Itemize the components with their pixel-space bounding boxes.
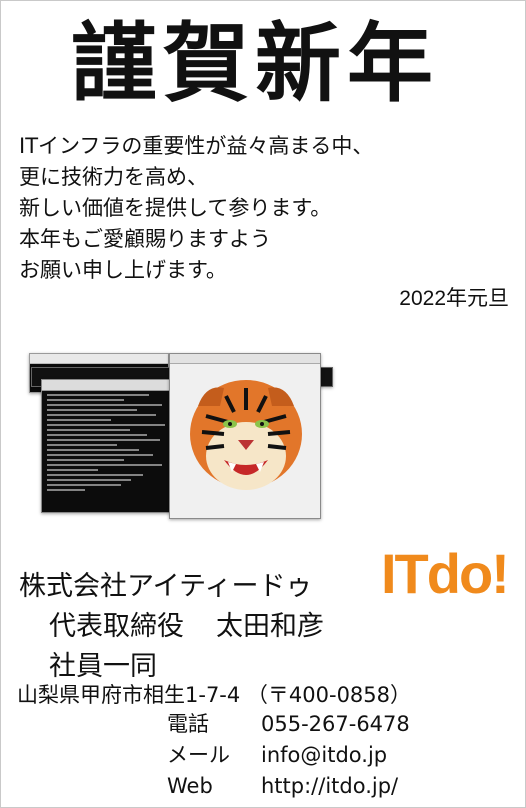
representative-name: 太田和彦	[216, 611, 324, 642]
mail-address: info@itdo.jp	[261, 743, 388, 767]
mail-label: メール	[167, 743, 230, 767]
company-block: 株式会社アイティードゥ 代表取締役 太田和彦 社員一同	[19, 567, 324, 687]
company-logo: ITdo!	[381, 542, 510, 603]
web-label: Web	[167, 774, 213, 798]
logo-text: ITdo!	[381, 542, 508, 603]
phone-label: 電話	[167, 712, 209, 736]
contact-info: 電話 055-267-6478 メール info@itdo.jp Web htt…	[167, 709, 410, 802]
image-viewer-window	[169, 353, 321, 519]
title-calligraphy: 謹賀新年	[71, 13, 439, 114]
new-year-card: 謹賀新年 ITインフラの重要性が益々高まる中、 更に技術力を高め、 新しい価値を…	[0, 0, 526, 808]
greeting-line: 新しい価値を提供して参ります。	[19, 196, 332, 220]
company-address: 山梨県甲府市相生1-7-4 （〒400-0858）	[17, 683, 412, 707]
web-row: Web http://itdo.jp/	[167, 771, 410, 802]
greeting-date: 2022年元旦	[399, 287, 509, 310]
greeting-line: 本年もご愛顧賜りますよう	[19, 227, 271, 251]
greeting-line: 更に技術力を高め、	[19, 165, 208, 189]
terminal-window	[41, 379, 171, 513]
phone-row: 電話 055-267-6478	[167, 709, 410, 740]
greeting-line: お願い申し上げます。	[19, 258, 227, 282]
mail-row: メール info@itdo.jp	[167, 740, 410, 771]
phone-number: 055-267-6478	[261, 712, 410, 736]
greeting-message: ITインフラの重要性が益々高まる中、 更に技術力を高め、 新しい価値を提供して参…	[19, 131, 373, 286]
tiger-illustration	[190, 380, 302, 490]
representative-title: 代表取締役	[49, 611, 184, 642]
greeting-line: ITインフラの重要性が益々高まる中、	[19, 134, 374, 158]
company-name: 株式会社アイティードゥ	[19, 571, 313, 602]
web-url: http://itdo.jp/	[261, 774, 399, 798]
title-text: 謹賀新年	[71, 13, 439, 114]
representative-line: 代表取締役 太田和彦	[19, 607, 324, 647]
